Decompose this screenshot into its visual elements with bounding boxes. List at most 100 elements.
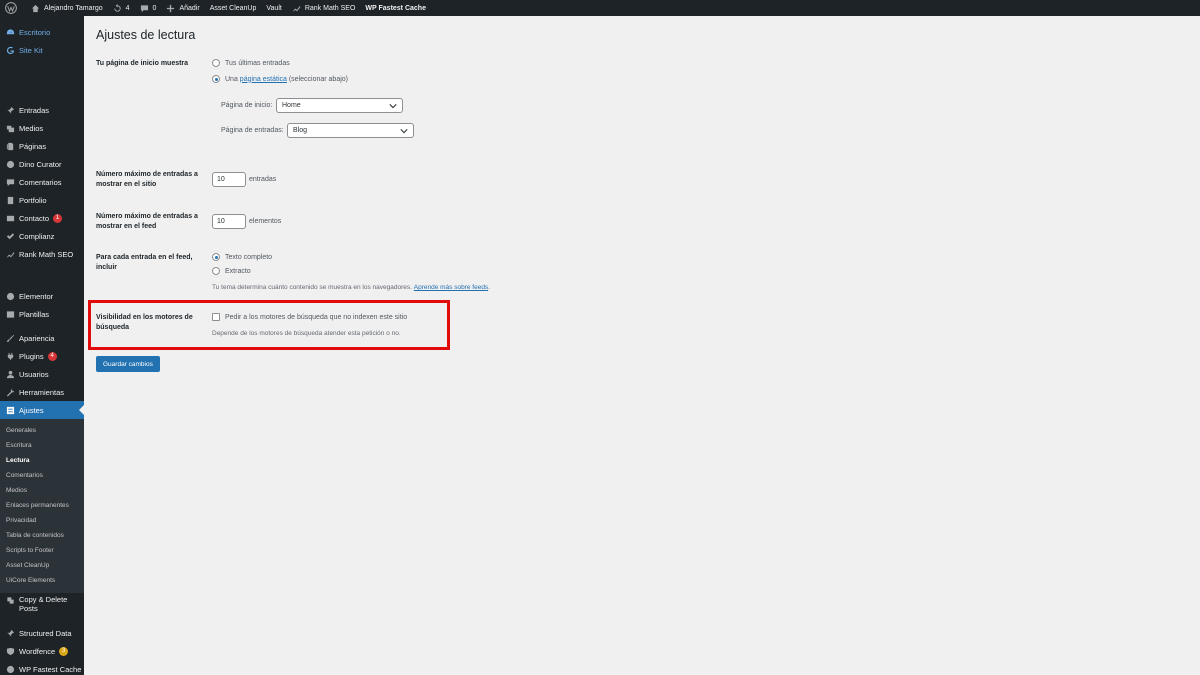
wrench-icon [6,388,14,397]
discourage-search-checkbox[interactable]: Pedir a los motores de búsqueda que no i… [212,313,407,321]
sidebar-item-usuarios[interactable]: Usuarios [0,365,84,383]
checkmark-icon [6,232,14,239]
discourage-search-checkbox-input[interactable] [212,313,220,321]
sidebar-item-plugins[interactable]: Plugins 4 [0,347,84,365]
submenu-comentarios[interactable]: Comentarios [6,472,43,479]
page-title: Ajustes de lectura [96,28,196,42]
radio-full-text[interactable]: Texto completo [212,253,272,261]
settings-icon [6,406,14,414]
submenu-scripts-to-footer[interactable]: Scripts to Footer [6,547,54,554]
updates-link[interactable]: 4 [108,0,135,16]
media-icon [6,125,14,132]
ajustes-submenu: Generales Escritura Lectura Comentarios … [0,419,84,593]
plus-icon [167,4,175,12]
posts-per-page-input[interactable]: 10 [212,172,246,187]
sidebar-item-plantillas[interactable]: Plantillas [0,305,84,323]
sidebar-item-contacto[interactable]: Contacto 1 [0,209,84,227]
brush-icon [6,334,14,342]
adminbar-asset-cleanup[interactable]: Asset CleanUp [205,0,262,16]
feed-count-input[interactable]: 10 [212,214,246,229]
radio-latest-posts[interactable]: Tus últimas entradas [212,59,290,67]
sidebar-item-rank-math[interactable]: Rank Math SEO [0,245,84,263]
sidebar-item-escritorio[interactable]: Escritorio [0,23,84,41]
radio-full-text-input[interactable] [212,253,220,261]
submenu-lectura[interactable]: Lectura [6,457,29,464]
dashboard-icon [6,28,14,34]
plugin-icon [7,352,13,360]
chevron-down-icon [400,129,408,134]
sidebar-item-comentarios[interactable]: Comentarios [0,173,84,191]
sidebar-item-structured-data[interactable]: Structured Data [0,624,84,642]
visibility-label: Visibilidad en los motores de búsqueda [96,314,193,331]
pin-icon [6,106,14,114]
mail-icon [6,215,14,221]
updates-icon [113,3,121,12]
radio-excerpt-input[interactable] [212,267,220,275]
comments-icon [6,178,14,186]
adminbar-wp-fastest-cache[interactable]: WP Fastest Cache [360,0,431,16]
sidebar-item-elementor[interactable]: Elementor [0,287,84,305]
admin-sidebar: Escritorio Site Kit Entradas Medios Pági… [0,16,84,675]
rank-math-icon [6,251,14,257]
feeds-help-link[interactable]: Aprende más sobre feeds [414,284,488,291]
sidebar-item-paginas[interactable]: Páginas [0,137,84,155]
submenu-uicore-elements[interactable]: UiCore Elements [6,577,55,584]
front-page-label: Página de inicio: [221,102,273,109]
posts-per-page-unit: entradas [249,176,277,183]
visibility-description: Depende de los motores de búsqueda atend… [212,330,401,337]
sidebar-item-entradas[interactable]: Entradas [0,101,84,119]
wordpress-logo-icon[interactable] [0,0,26,16]
submenu-asset-cleanup[interactable]: Asset CleanUp [6,562,49,569]
radio-static-page-input[interactable] [212,75,220,83]
dino-icon [6,160,14,168]
plugins-badge: 4 [47,351,57,361]
sidebar-item-wp-fastest-cache[interactable]: WP Fastest Cache [0,660,84,675]
sidebar-item-portfolio[interactable]: Portfolio [0,191,84,209]
site-name-link[interactable]: Alejandro Tamargo [26,0,108,16]
chevron-down-icon [389,104,397,109]
google-g-icon [6,46,14,54]
submenu-privacidad[interactable]: Privacidad [6,517,36,524]
copy-icon [6,596,14,604]
submenu-tabla-de-contenidos[interactable]: Tabla de contenidos [6,532,64,539]
sidebar-item-complianz[interactable]: Complianz [0,227,84,245]
radio-static-page[interactable]: Una página estática (seleccionar abajo) [212,75,348,83]
admin-bar: Alejandro Tamargo 4 0 Añadir Asset Clean… [0,0,1200,16]
sidebar-item-medios[interactable]: Medios [0,119,84,137]
contacto-badge: 1 [53,213,63,223]
sidebar-item-herramientas[interactable]: Herramientas [0,383,84,401]
feed-count-label: Número máximo de entradas a mostrar en el… [96,213,198,230]
front-page-select[interactable]: Home [276,98,403,113]
feed-description: Tu tema determina cuánto contenido se mu… [212,284,490,291]
submenu-escritura[interactable]: Escritura [6,442,32,449]
comments-link[interactable]: 0 [135,0,162,16]
pin-icon [6,629,14,637]
feed-content-label: Para cada entrada en el feed, incluir [96,254,193,271]
home-icon [31,4,40,12]
radio-latest-posts-input[interactable] [212,59,220,67]
posts-page-label: Página de entradas: [221,127,284,134]
main-content: Ajustes de lectura Tu página de inicio m… [84,16,1200,675]
submenu-enlaces-permanentes[interactable]: Enlaces permanentes [6,502,69,509]
adminbar-vault[interactable]: Vault [261,0,286,16]
sidebar-item-ajustes[interactable]: Ajustes [0,401,84,419]
sidebar-item-dino-curator[interactable]: Dino Curator [0,155,84,173]
add-new-link[interactable]: Añadir [161,0,204,16]
elementor-icon [6,292,14,300]
wordfence-icon [6,647,14,655]
save-changes-button[interactable]: Guardar cambios [96,356,160,372]
sidebar-item-apariencia[interactable]: Apariencia [0,329,84,347]
sidebar-item-site-kit[interactable]: Site Kit [0,41,84,59]
user-icon [6,370,14,378]
radio-excerpt[interactable]: Extracto [212,267,251,275]
adminbar-rank-math[interactable]: Rank Math SEO [287,0,361,16]
posts-page-select[interactable]: Blog [287,123,414,138]
submenu-medios[interactable]: Medios [6,487,27,494]
posts-per-page-label: Número máximo de entradas a mostrar en el… [96,171,198,188]
sidebar-item-copy-delete-posts[interactable]: Copy & Delete Posts [0,592,84,618]
sidebar-item-wordfence[interactable]: Wordfence 3 [0,642,84,660]
comment-icon [140,4,148,12]
static-page-link[interactable]: página estática [240,76,287,83]
templates-icon [6,310,14,318]
submenu-generales[interactable]: Generales [6,427,36,434]
